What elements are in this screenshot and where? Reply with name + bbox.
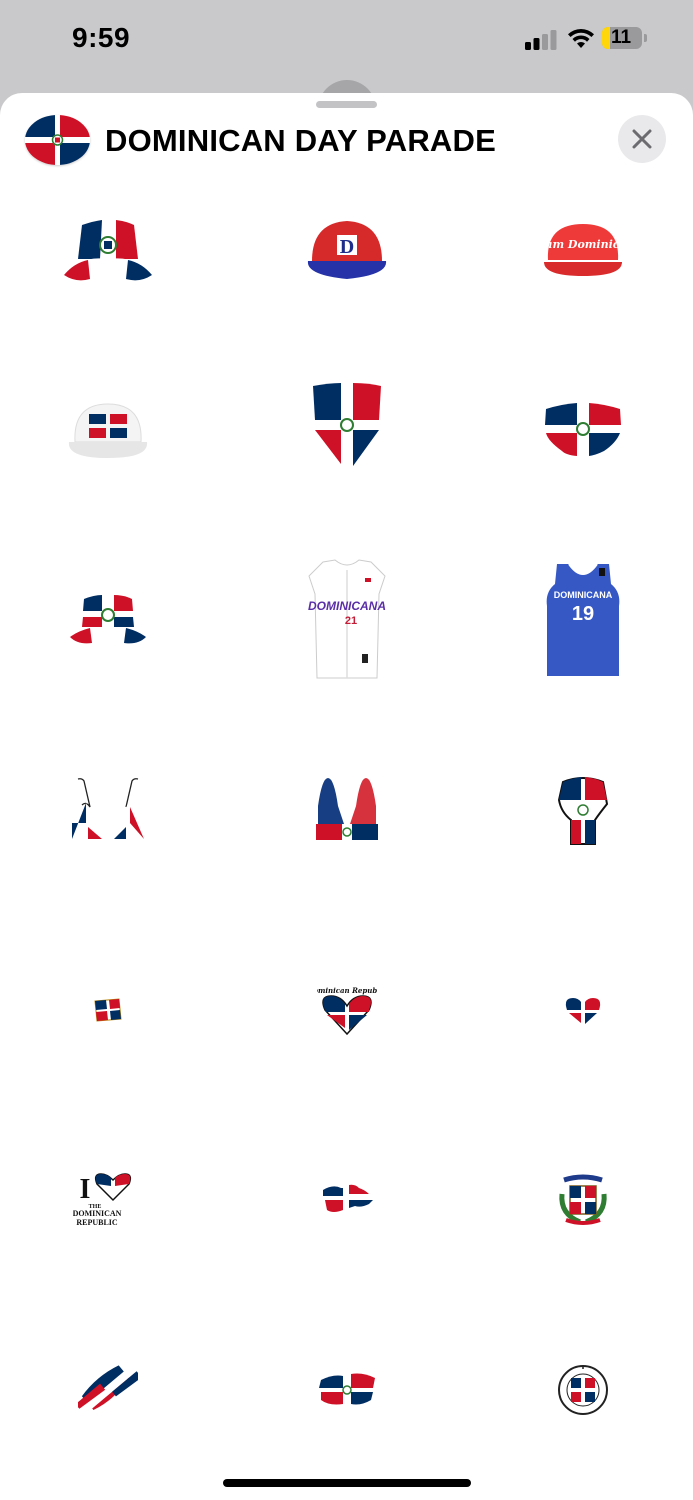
home-indicator[interactable] <box>223 1479 471 1487</box>
team-dominican-cap-sticker[interactable]: Team Dominican <box>503 190 663 310</box>
blue-basketball-jersey-sticker[interactable]: DOMINICANA 19 <box>503 560 663 680</box>
jersey-number: 21 <box>345 615 357 627</box>
dominican-republic-heart-sticker[interactable]: Dominican Republic <box>267 950 427 1070</box>
white-baseball-jersey-sticker[interactable]: DOMINICANA 21 <box>267 559 427 680</box>
sheet-title: DOMINICAN DAY PARADE <box>105 123 496 158</box>
bralette-top-sticker[interactable] <box>267 750 427 870</box>
jersey-word: DOMINICANA <box>554 590 613 600</box>
bucket-hat-flag-sticker[interactable] <box>28 190 188 310</box>
brush-stroke-flag-sticker[interactable] <box>267 1330 427 1450</box>
cap-script: Team Dominican <box>540 238 626 251</box>
battery-level: 11 <box>611 27 632 48</box>
white-flag-cap-sticker[interactable] <box>28 370 188 490</box>
map-flag-sticker[interactable] <box>267 1140 427 1260</box>
battery-fill <box>602 27 610 49</box>
dominican-republic-round-seal-sticker[interactable] <box>503 1330 663 1450</box>
heart-caption: Dominican Republic <box>317 986 377 995</box>
sheet-grabber[interactable] <box>316 101 377 108</box>
cellular-signal-icon <box>525 30 557 50</box>
brush-stroke-flag-diagonal-sticker[interactable] <box>28 1330 188 1450</box>
flag-pin-sticker[interactable] <box>28 950 188 1070</box>
jersey-word: DOMINICANA <box>308 599 386 613</box>
close-button[interactable] <box>618 115 666 163</box>
battery-cap <box>644 34 647 42</box>
battery-icon: 11 <box>602 27 642 49</box>
status-bar: 9:59 11 <box>0 0 693 80</box>
coat-of-arms-sticker[interactable] <box>503 1140 663 1260</box>
flag-face-mask-sticker[interactable] <box>503 370 663 490</box>
status-time: 9:59 <box>72 22 131 53</box>
close-icon <box>632 129 652 149</box>
triangle-bikini-top-sticker[interactable] <box>28 750 188 870</box>
sticker-sheet: DOMINICAN DAY PARADE D am Dominica DOMIN… <box>0 93 693 1500</box>
flag-neck-gaiter-sticker[interactable] <box>267 370 427 490</box>
dominican-flag-oval-icon <box>25 115 90 165</box>
caption-dominican: DOMINICAN <box>73 1209 122 1218</box>
heart-flag-sticker[interactable] <box>503 950 663 1070</box>
caption-republic: REPUBLIC <box>76 1218 118 1227</box>
raised-fist-flag-sticker[interactable] <box>503 750 663 870</box>
i-letter: I <box>80 1174 91 1205</box>
flag-bucket-hat-distressed-sticker[interactable] <box>28 560 188 680</box>
i-love-dominican-republic-sticker[interactable]: I THE DOMINICAN REPUBLIC <box>28 1140 188 1260</box>
cap-letter: D <box>340 236 354 258</box>
jersey-number: 19 <box>572 603 594 625</box>
wifi-icon <box>568 28 594 48</box>
red-blue-cap-sticker[interactable]: D <box>267 190 427 310</box>
